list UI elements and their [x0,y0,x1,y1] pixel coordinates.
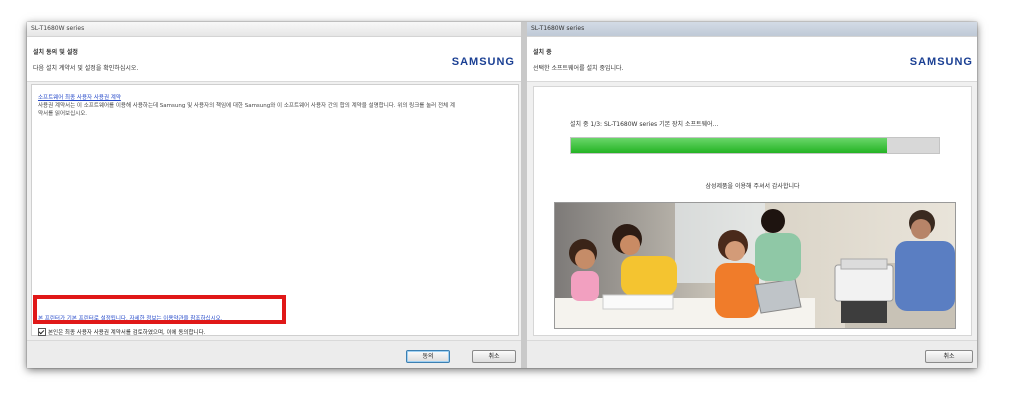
agree-row[interactable]: 본인은 최종 사용자 사용권 계약서를 검토하였으며, 이에 동의합니다. [38,328,205,336]
window-header: 설치 중 선택한 소프트웨어를 설치 중입니다. SAMSUNG [527,37,977,82]
install-panel: 설치 중 1/3: SL-T1680W series 기본 장치 소프트웨어..… [533,86,972,336]
samsung-logo: SAMSUNG [909,56,973,68]
button-bar: 취소 [527,340,977,368]
agree-checkbox-label[interactable]: 본인은 최종 사용자 사용권 계약서를 검토하였으며, 이에 동의합니다. [48,328,205,336]
page-title: 설치 중 [533,49,552,56]
install-progress-window: SL-T1680W series 설치 중 선택한 소프트웨어를 설치 중입니다… [527,22,977,368]
progress-bar [570,137,940,154]
button-bar: 동의 취소 [27,340,521,368]
thanks-message: 삼성제품을 이용해 주셔서 감사합니다 [705,183,800,190]
highlight-box [33,295,286,324]
progress-fill [571,138,888,153]
progress-label: 설치 중 1/3: SL-T1680W series 기본 장치 소프트웨어..… [570,121,719,128]
window-titlebar: SL-T1680W series [27,22,521,37]
window-titlebar: SL-T1680W series [527,22,977,37]
promo-photo [554,202,956,329]
cancel-button[interactable]: 취소 [925,350,973,363]
promo-photo-illustration [555,203,955,328]
cancel-button[interactable]: 취소 [472,350,516,363]
samsung-logo: SAMSUNG [451,56,515,68]
window-header: 설치 동의 및 설정 다음 설치 계약서 및 설정을 확인하십시오. SAMSU… [27,37,521,82]
agree-button[interactable]: 동의 [406,350,450,363]
screenshot-frame: SL-T1680W series 설치 동의 및 설정 다음 설치 계약서 및 … [27,22,977,368]
agree-checkbox[interactable] [38,328,46,336]
page-subtitle: 선택한 소프트웨어를 설치 중입니다. [533,65,624,72]
page-title: 설치 동의 및 설정 [33,49,78,56]
page-subtitle: 다음 설치 계약서 및 설정을 확인하십시오. [33,65,139,72]
eula-link[interactable]: 소프트웨어 최종 사용자 사용권 계약 [38,93,121,101]
eula-text: 사용권 계약서는 이 소프트웨어를 이용해 사용하는데 Samsung 및 사용… [38,103,455,117]
